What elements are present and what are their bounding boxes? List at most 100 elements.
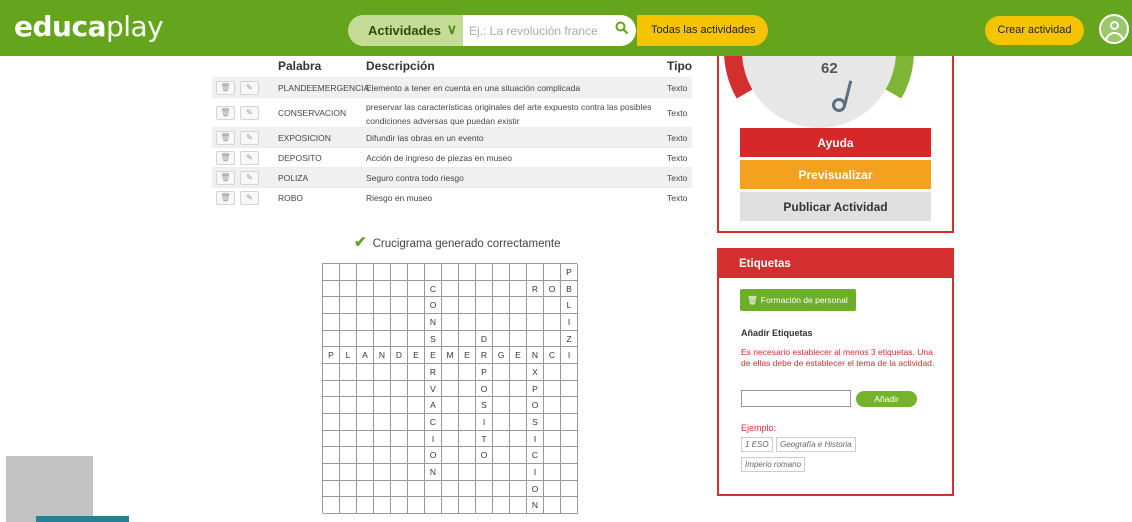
crossword-empty-cell	[340, 397, 357, 414]
edit-icon[interactable]: ✎	[240, 151, 259, 165]
search-icon	[615, 21, 629, 35]
crossword-empty-cell	[357, 413, 374, 431]
crossword-empty-cell	[340, 413, 357, 431]
trash-icon[interactable]: 🗑	[747, 295, 758, 305]
table-header: Palabra Descripción Tipo	[212, 56, 692, 77]
crossword-empty-cell	[493, 313, 510, 331]
table-row: 🗑 ✎ ROBO Riesgo en museo Texto	[212, 187, 692, 207]
crossword-empty-cell	[493, 413, 510, 431]
crossword-empty-cell	[442, 497, 459, 514]
crossword-empty-cell	[357, 313, 374, 331]
type-cell: Texto	[667, 133, 688, 143]
crossword-empty-cell	[510, 480, 527, 498]
crossword-empty-cell	[408, 463, 425, 481]
crossword-empty-cell	[357, 497, 374, 514]
crossword-letter-cell: D	[391, 347, 408, 364]
add-tag-button[interactable]: Añadir	[856, 391, 917, 407]
crossword-empty-cell	[408, 264, 425, 281]
crossword-letter-cell: R	[425, 363, 442, 381]
crossword-empty-cell	[561, 497, 578, 514]
search-input[interactable]	[463, 15, 608, 46]
crossword-letter-cell: O	[425, 297, 442, 314]
edit-icon[interactable]: ✎	[240, 171, 259, 185]
delete-icon[interactable]: 🗑	[216, 106, 235, 120]
crossword-empty-cell	[459, 463, 476, 481]
crossword-letter-cell: I	[527, 463, 544, 481]
crossword-letter-cell: C	[425, 413, 442, 431]
help-button[interactable]: Ayuda	[740, 128, 931, 157]
search-button[interactable]	[608, 15, 636, 46]
crossword-empty-cell	[391, 413, 408, 431]
publish-button[interactable]: Publicar Actividad	[740, 192, 931, 221]
description-cell: preservar las características originales…	[366, 102, 652, 126]
delete-icon[interactable]: 🗑	[216, 171, 235, 185]
preview-button[interactable]: Previsualizar	[740, 160, 931, 189]
word-cell: DEPOSITO	[278, 153, 322, 163]
crossword-empty-cell	[544, 463, 561, 481]
user-avatar-icon[interactable]	[1099, 14, 1129, 44]
crossword-empty-cell	[510, 280, 527, 298]
crossword-empty-cell	[493, 447, 510, 464]
crossword-letter-cell: N	[527, 497, 544, 514]
crossword-empty-cell	[493, 397, 510, 414]
crossword-letter-cell: C	[544, 347, 561, 364]
crossword-empty-cell	[442, 397, 459, 414]
delete-icon[interactable]: 🗑	[216, 191, 235, 205]
edit-icon[interactable]: ✎	[240, 191, 259, 205]
crossword-empty-cell	[544, 480, 561, 498]
type-cell: Texto	[667, 108, 688, 118]
crossword-empty-cell	[340, 313, 357, 331]
crossword-empty-cell	[510, 463, 527, 481]
chevron-down-icon: ∨	[446, 21, 457, 37]
crossword-letter-cell: I	[561, 313, 578, 331]
word-cell: CONSERVACION	[278, 108, 347, 118]
crossword-empty-cell	[425, 497, 442, 514]
crossword-empty-cell	[391, 447, 408, 464]
crossword-empty-cell	[442, 280, 459, 298]
gauge-hub	[832, 98, 846, 112]
crossword-empty-cell	[357, 380, 374, 398]
crossword-empty-cell	[374, 363, 391, 381]
crossword-letter-cell: G	[493, 347, 510, 364]
crossword-empty-cell	[476, 297, 493, 314]
tag-input[interactable]	[741, 390, 851, 407]
crossword-empty-cell	[561, 463, 578, 481]
crossword-empty-cell	[408, 297, 425, 314]
delete-icon[interactable]: 🗑	[216, 81, 235, 95]
crossword-letter-cell: M	[442, 347, 459, 364]
edit-icon[interactable]: ✎	[240, 131, 259, 145]
crossword-empty-cell	[340, 330, 357, 348]
crossword-empty-cell	[323, 330, 340, 348]
crossword-empty-cell	[340, 447, 357, 464]
delete-icon[interactable]: 🗑	[216, 131, 235, 145]
crossword-empty-cell	[391, 480, 408, 498]
words-table: Palabra Descripción Tipo 🗑 ✎ PLANDEEMERGEN…	[212, 56, 692, 207]
delete-icon[interactable]: 🗑	[216, 151, 235, 165]
edit-icon[interactable]: ✎	[240, 106, 259, 120]
edit-icon[interactable]: ✎	[240, 81, 259, 95]
crossword-letter-cell: L	[340, 347, 357, 364]
activities-dropdown[interactable]: Actividades ∨	[348, 15, 463, 46]
crossword-empty-cell	[493, 264, 510, 281]
crossword-letter-cell: T	[476, 430, 493, 448]
create-activity-button[interactable]: Crear actividad	[985, 16, 1084, 45]
crossword-letter-cell: E	[408, 347, 425, 364]
crossword-empty-cell	[459, 313, 476, 331]
footer-tab[interactable]	[36, 516, 129, 522]
crossword-empty-cell	[340, 380, 357, 398]
tag-chip[interactable]: 🗑 Formación de personal	[740, 289, 856, 311]
crossword-empty-cell	[459, 280, 476, 298]
col-header-description: Descripción	[366, 59, 435, 73]
crossword-letter-cell: N	[374, 347, 391, 364]
crossword-empty-cell	[459, 363, 476, 381]
crossword-empty-cell	[510, 264, 527, 281]
crossword-empty-cell	[391, 397, 408, 414]
crossword-letter-cell: R	[527, 280, 544, 298]
crossword-empty-cell	[493, 363, 510, 381]
crossword-empty-cell	[476, 313, 493, 331]
example-tag: 1 ESO	[741, 437, 773, 452]
crossword-empty-cell	[510, 313, 527, 331]
crossword-empty-cell	[493, 480, 510, 498]
all-activities-button[interactable]: Todas las actividades	[637, 15, 768, 46]
educaplay-logo[interactable]: educaplay	[14, 10, 164, 43]
